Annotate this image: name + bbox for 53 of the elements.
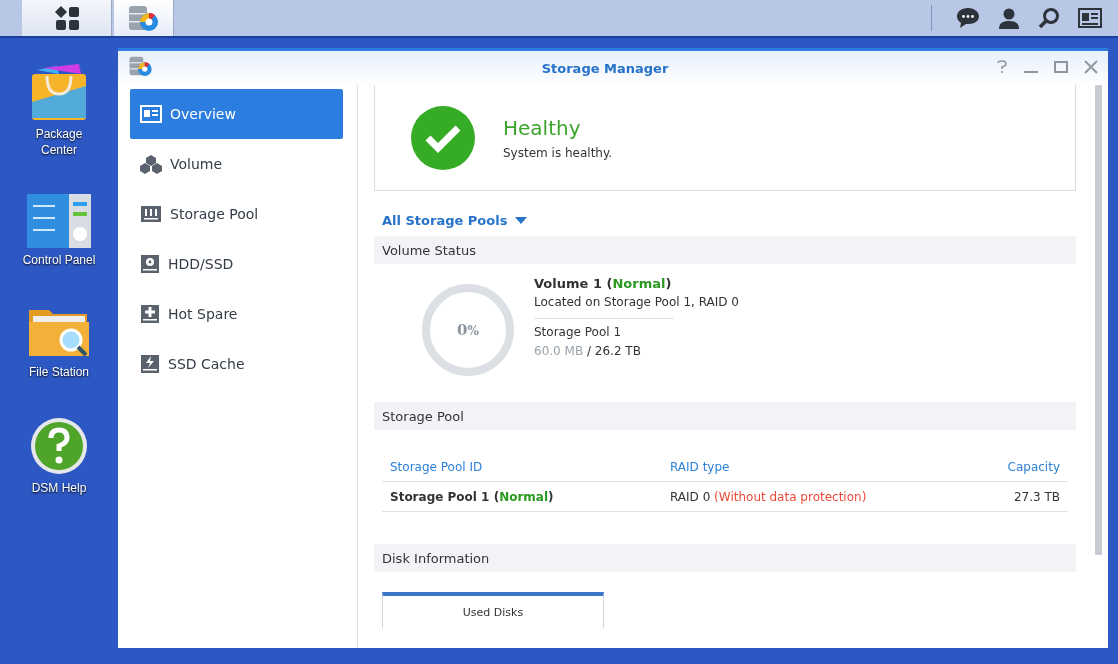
section-header: Disk Information — [374, 544, 1076, 572]
column-header[interactable]: RAID type — [670, 459, 900, 474]
column-header[interactable]: Storage Pool ID — [390, 459, 670, 474]
volume-name: Volume 1 (Normal) — [534, 275, 673, 293]
desktop-icon-label[interactable]: Package Center — [19, 126, 99, 158]
table-cell-text: RAID 0 (Without data protection) — [670, 489, 868, 504]
desktop-icon-label[interactable]: Control Panel — [22, 252, 96, 268]
grid-icon — [54, 6, 79, 30]
tab[interactable]: Used Disks — [382, 592, 604, 628]
shopping-bag-icon[interactable] — [29, 62, 89, 122]
health-status: Healthy — [503, 115, 582, 140]
volume-location: Located on Storage Pool 1, RAID 0 — [534, 294, 739, 311]
help-icon — [996, 59, 1008, 74]
main-menu-button[interactable] — [22, 0, 112, 36]
overview-icon — [140, 105, 162, 123]
table-cell-text: 27.3 TB — [1012, 489, 1060, 504]
sidebar-item[interactable]: Overview — [130, 89, 343, 139]
window-title: Storage Manager — [540, 60, 670, 76]
sidebar-item[interactable]: Volume — [130, 139, 343, 189]
sidebar-item[interactable]: SSD Cache — [130, 339, 343, 389]
id-card-icon[interactable] — [1078, 8, 1102, 28]
storage-manager-taskbar-button[interactable] — [114, 0, 174, 36]
search-icon[interactable] — [1038, 7, 1060, 29]
close-icon — [1084, 59, 1098, 74]
lightning-icon — [140, 354, 160, 374]
storage-manager-icon — [128, 54, 154, 78]
sidebar-item[interactable]: Storage Pool — [130, 189, 343, 239]
sidebar-item[interactable]: Hot Spare — [130, 289, 343, 339]
usage-percent: 0% — [457, 321, 479, 339]
control-panel-icon[interactable] — [27, 194, 91, 248]
storage-pool-filter[interactable]: All Storage Pools — [382, 213, 528, 228]
table-cell-text: Storage Pool 1 (Normal) — [390, 489, 555, 504]
maximize-icon — [1054, 59, 1068, 74]
user-icon[interactable] — [998, 7, 1020, 29]
sidebar-item[interactable]: HDD/SSD — [130, 239, 343, 289]
cubes-icon — [140, 154, 162, 174]
column-header[interactable]: Capacity — [900, 459, 1060, 474]
usage-text: 60.0 MB / 26.2 TB — [534, 343, 642, 360]
check-circle-icon — [411, 105, 475, 170]
desktop-icon-label[interactable]: File Station — [19, 364, 99, 380]
plus-icon — [140, 304, 160, 324]
minimize-icon — [1024, 70, 1038, 73]
desktop-icon-label[interactable]: DSM Help — [19, 480, 99, 496]
health-message: System is healthy. — [503, 145, 613, 160]
caret-icon — [515, 217, 528, 224]
storage-manager-icon — [126, 3, 161, 33]
section-header: Storage Pool — [374, 402, 1076, 430]
section-header: Volume Status — [374, 236, 1076, 264]
chat-icon[interactable] — [956, 7, 980, 29]
scrollbar[interactable] — [1095, 85, 1102, 555]
storage-pool-icon — [140, 205, 162, 223]
help-icon[interactable] — [29, 416, 89, 476]
pool-name: Storage Pool 1 — [534, 324, 623, 341]
